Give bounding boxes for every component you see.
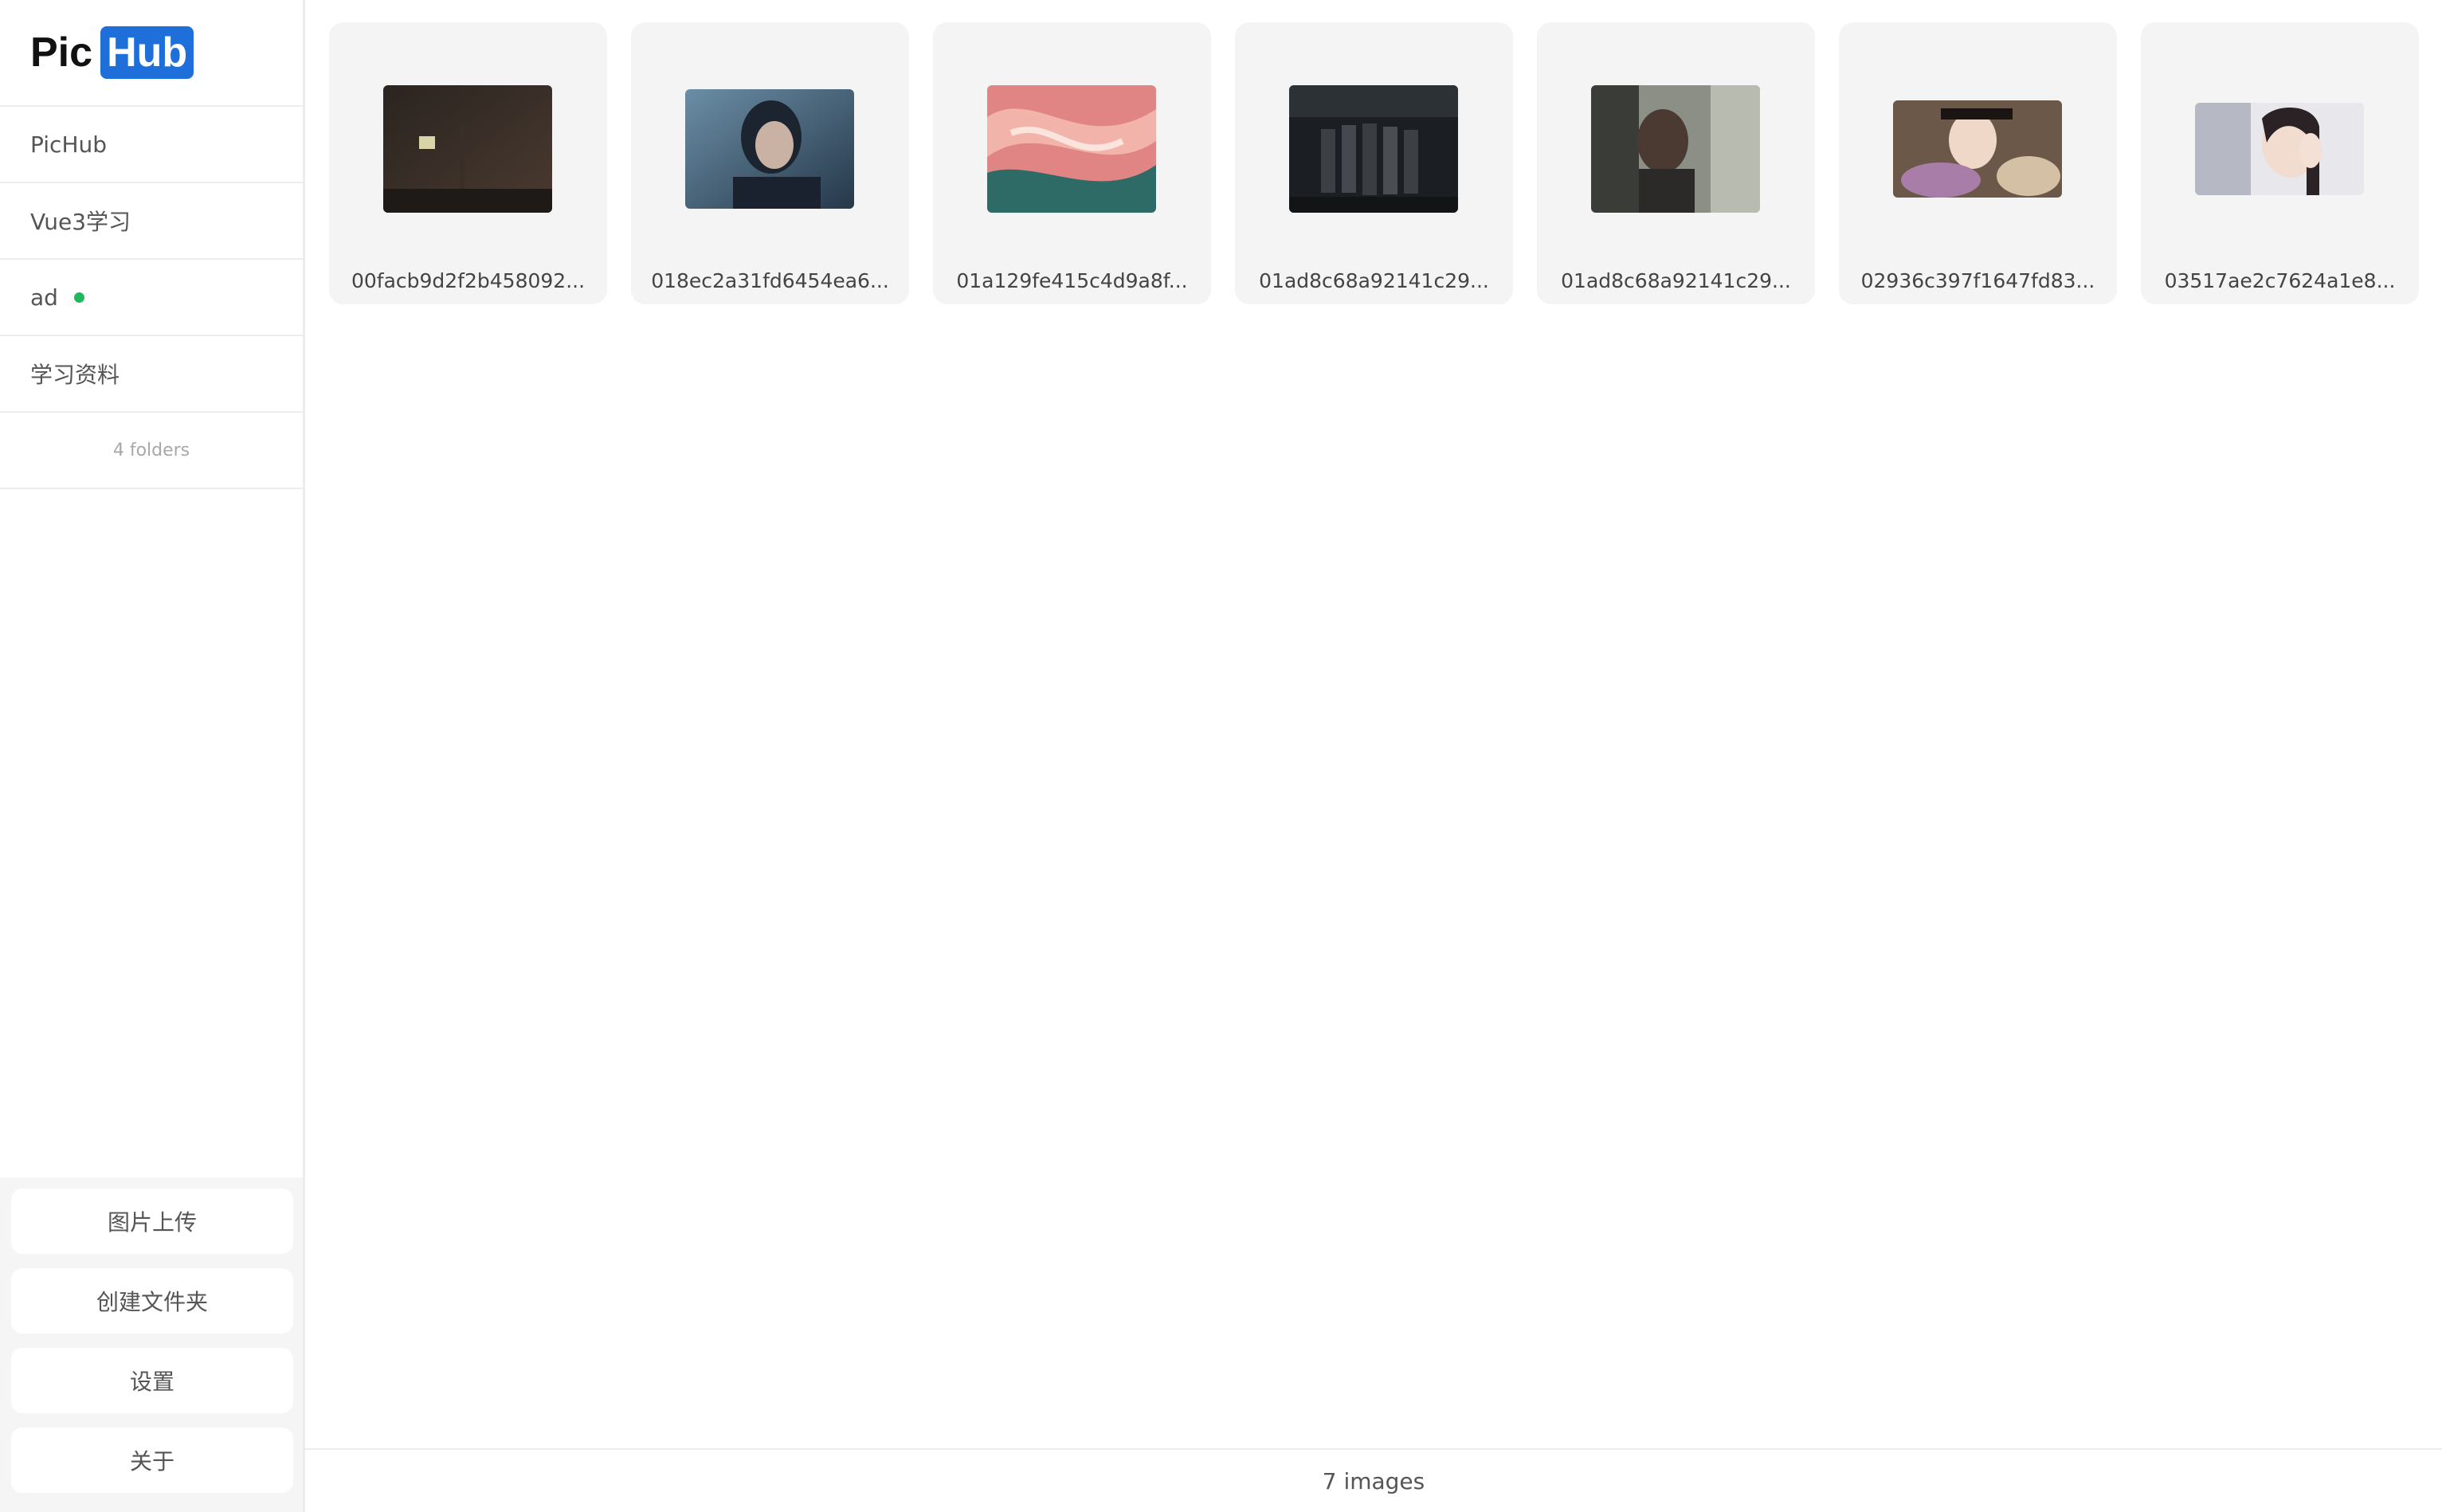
logo-text-pic: Pic [30, 29, 93, 76]
image-name: 03517ae2c7624a1e8... [2164, 269, 2396, 292]
folder-item-vue3[interactable]: Vue3学习 [0, 183, 303, 260]
sidebar-actions: 图片上传 创建文件夹 设置 关于 [0, 1177, 303, 1512]
folder-count: 4 folders [0, 413, 303, 489]
status-footer: 7 images [305, 1448, 2442, 1512]
folder-label: PicHub [30, 131, 108, 158]
folder-item-study-materials[interactable]: 学习资料 [0, 336, 303, 413]
image-card[interactable]: 018ec2a31fd6454ea6... [631, 22, 909, 304]
image-thumbnail [1591, 85, 1760, 213]
image-card[interactable]: 01ad8c68a92141c29... [1235, 22, 1513, 304]
image-count: 7 images [1322, 1467, 1425, 1494]
image-thumbnail [383, 85, 552, 213]
image-name: 02936c397f1647fd83... [1860, 269, 2095, 292]
image-name: 018ec2a31fd6454ea6... [651, 269, 889, 292]
image-thumbnail [1289, 85, 1458, 213]
main-content: 00facb9d2f2b458092... 018ec2a31fd6454ea6… [305, 0, 2442, 1512]
folder-label: 学习资料 [30, 362, 120, 388]
folder-item-ad[interactable]: ad [0, 260, 303, 336]
logo: Pic Hub [0, 0, 303, 107]
image-thumbnail [987, 85, 1156, 213]
image-name: 00facb9d2f2b458092... [351, 269, 586, 292]
image-card[interactable]: 02936c397f1647fd83... [1839, 22, 2117, 304]
sidebar: Pic Hub PicHub Vue3学习 ad 学习资料 4 folders … [0, 0, 305, 1512]
image-thumbnail [1893, 100, 2062, 198]
app-window: Pic Hub PicHub Vue3学习 ad 学习资料 4 folders … [0, 0, 2442, 1512]
create-folder-button[interactable]: 创建文件夹 [11, 1268, 293, 1334]
image-card[interactable]: 01ad8c68a92141c29... [1537, 22, 1815, 304]
image-gallery: 00facb9d2f2b458092... 018ec2a31fd6454ea6… [329, 22, 2419, 304]
image-name: 01ad8c68a92141c29... [1259, 269, 1489, 292]
folder-item-pichub[interactable]: PicHub [0, 107, 303, 183]
folder-label: Vue3学习 [30, 209, 131, 235]
settings-button[interactable]: 设置 [11, 1348, 293, 1413]
image-name: 01ad8c68a92141c29... [1561, 269, 1791, 292]
folder-label: ad [30, 284, 58, 311]
image-card[interactable]: 01a129fe415c4d9a8f... [933, 22, 1211, 304]
image-name: 01a129fe415c4d9a8f... [956, 269, 1188, 292]
image-card[interactable]: 03517ae2c7624a1e8... [2141, 22, 2419, 304]
active-status-dot [73, 292, 84, 303]
image-card[interactable]: 00facb9d2f2b458092... [329, 22, 607, 304]
image-thumbnail [685, 89, 854, 209]
logo-text-hub: Hub [100, 26, 194, 79]
image-thumbnail [2195, 103, 2364, 195]
about-button[interactable]: 关于 [11, 1428, 293, 1493]
upload-image-button[interactable]: 图片上传 [11, 1189, 293, 1254]
